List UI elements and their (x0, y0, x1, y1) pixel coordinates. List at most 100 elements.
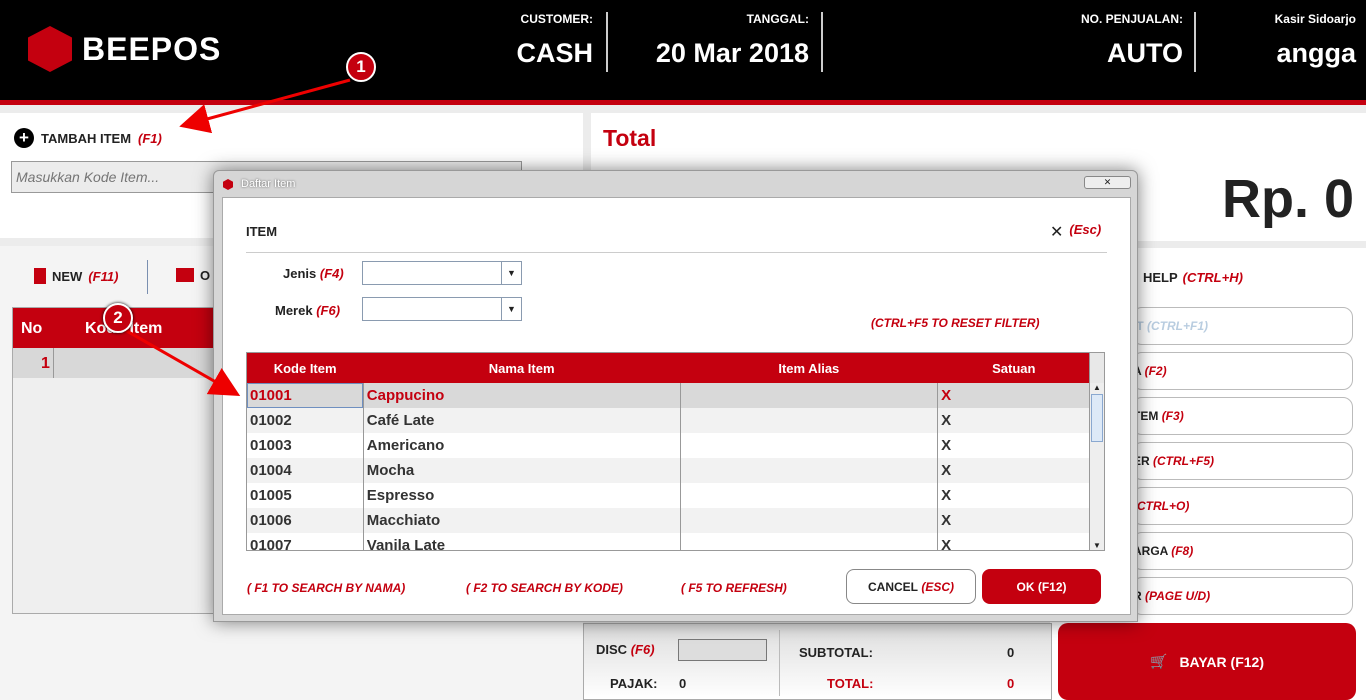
item-cell: X (941, 412, 952, 429)
date-value: 20 Mar 2018 (655, 38, 809, 68)
disc-input[interactable] (678, 639, 767, 661)
action-key: (CTRL+O) (1133, 499, 1190, 513)
search-kode-hint: ( F2 TO SEARCH BY KODE) (466, 581, 623, 595)
action-key: (F8) (1171, 544, 1194, 558)
action-button-5[interactable]: (CTRL+O) (1132, 487, 1353, 525)
grand-total-label: TOTAL: (827, 676, 874, 691)
action-button-3[interactable]: TEM (F3) (1132, 397, 1353, 435)
scroll-down-icon[interactable]: ▼ (1090, 541, 1104, 550)
item-table: Kode Item Nama Item Item Alias Satuan 01… (246, 352, 1105, 551)
item-cell: 01004 (247, 458, 364, 483)
divider (147, 260, 148, 294)
item-cell: Mocha (363, 458, 681, 483)
action-button-1[interactable]: IT (CTRL+F1) (1132, 307, 1353, 345)
item-cell (680, 533, 939, 550)
customer-field[interactable]: CUSTOMER: CASH (516, 12, 593, 69)
dialog-body: ITEM ✕ (Esc) Jenis (F4) ▼ Merek (F6) ▼ (C… (222, 197, 1131, 615)
scroll-thumb[interactable] (1091, 394, 1103, 442)
item-cell: 01005 (247, 483, 364, 508)
help-label: HELP (1142, 270, 1178, 285)
divider (246, 252, 1107, 253)
help-button[interactable]: ?HELP(CTRL+H) (1130, 270, 1243, 285)
item-row[interactable]: 01005 Espresso X (247, 483, 1090, 508)
total-value: Rp. 0 (1221, 169, 1354, 229)
item-row[interactable]: 01006 Macchiato X (247, 508, 1090, 533)
action-button-4[interactable]: ER (CTRL+F5) (1132, 442, 1353, 480)
chevron-down-icon: ▼ (501, 298, 521, 320)
item-cell: Cappucino (363, 383, 681, 408)
annotation-badge-1: 1 (346, 52, 376, 82)
item-cell: 01003 (247, 433, 364, 458)
item-row[interactable]: 01003 Americano X (247, 433, 1090, 458)
brand: BEEPOS (82, 30, 222, 67)
item-row[interactable]: 01007 Vanila Late X (247, 533, 1090, 551)
header-accent (0, 100, 1366, 105)
col-item-alias[interactable]: Item Alias (680, 353, 938, 383)
action-key: (F3) (1161, 409, 1184, 423)
merek-select[interactable]: ▼ (362, 297, 522, 321)
plus-icon: + (14, 128, 34, 148)
action-key: (CTRL+F5) (1153, 454, 1215, 468)
disc-key: (F6) (630, 642, 655, 657)
cancel-key: (ESC) (921, 579, 954, 594)
item-cell: X (941, 512, 952, 529)
divider (821, 12, 823, 72)
item-cell: X (941, 387, 952, 404)
item-cell: 01001 (247, 383, 364, 408)
ok-button[interactable]: OK (F12) (982, 569, 1101, 604)
col-kode-item[interactable]: Kode Item (247, 353, 363, 383)
search-nama-hint: ( F1 TO SEARCH BY NAMA) (247, 581, 406, 595)
summary-panel: DISC (F6) PAJAK: 0 SUBTOTAL: 0 TOTAL: 0 (583, 623, 1052, 700)
action-button-2[interactable]: A (F2) (1132, 352, 1353, 390)
jenis-key: (F4) (319, 266, 344, 281)
item-cell: X (941, 462, 952, 479)
cashier-field: Kasir Sidoarjo angga (1275, 12, 1356, 69)
item-cell: X (941, 487, 952, 504)
item-cell (680, 483, 939, 508)
item-cell: Americano (363, 433, 681, 458)
item-cell: 01007 (247, 533, 364, 550)
action-button-6[interactable]: ARGA (F8) (1132, 532, 1353, 570)
item-row[interactable]: 01002 Café Late X (247, 408, 1090, 433)
subtotal-label: SUBTOTAL: (799, 645, 873, 660)
close-icon: ✕ (1050, 224, 1064, 241)
item-cell (680, 433, 939, 458)
total-label: Total (603, 125, 657, 151)
sale-no-field: NO. PENJUALAN: AUTO (1081, 12, 1183, 69)
jenis-label: Jenis (F4) (283, 266, 344, 281)
date-label: TANGGAL: (746, 12, 809, 26)
item-cell: Espresso (363, 483, 681, 508)
item-cell: X (941, 437, 952, 454)
action-button-7[interactable]: R (PAGE U/D) (1132, 577, 1353, 615)
new-label: NEW (52, 268, 83, 284)
item-row[interactable]: 01004 Mocha X (247, 458, 1090, 483)
item-cell: 01002 (247, 408, 364, 433)
item-cell: Vanila Late (363, 533, 681, 550)
close-button[interactable]: ✕ (Esc) (1050, 222, 1101, 242)
action-key: (F2) (1144, 364, 1167, 378)
add-item-button[interactable]: + TAMBAH ITEM (F1) (14, 128, 162, 148)
item-cell: 01006 (247, 508, 364, 533)
cancel-button[interactable]: CANCEL (ESC) (846, 569, 976, 604)
ok-label: OK (F12) (1016, 579, 1067, 594)
jenis-select[interactable]: ▼ (362, 261, 522, 285)
close-key: (Esc) (1069, 222, 1102, 237)
new-button[interactable]: NEW (F11) (34, 268, 118, 284)
open-button[interactable]: O (176, 268, 210, 283)
grand-total-value: 0 (1007, 676, 1015, 691)
col-nama-item[interactable]: Nama Item (363, 353, 680, 383)
scroll-up-icon[interactable]: ▲ (1090, 383, 1104, 392)
cart-icon: 🛒 (1150, 653, 1168, 669)
action-key: (PAGE U/D) (1145, 589, 1211, 603)
pay-label: BAYAR (F12) (1179, 653, 1264, 670)
col-satuan[interactable]: Satuan (938, 353, 1090, 383)
sale-no-label: NO. PENJUALAN: (1080, 12, 1183, 26)
col-no: No (21, 320, 43, 337)
window-close-button[interactable]: ✕ (1084, 176, 1131, 189)
item-row[interactable]: 01001 Cappucino X (247, 383, 1090, 408)
item-cell: X (941, 537, 952, 551)
scrollbar[interactable]: ▲ ▼ (1089, 353, 1104, 550)
date-field[interactable]: TANGGAL: 20 Mar 2018 (656, 12, 809, 69)
jenis-text: Jenis (283, 266, 317, 281)
pay-button[interactable]: 🛒 BAYAR (F12) (1058, 623, 1356, 700)
